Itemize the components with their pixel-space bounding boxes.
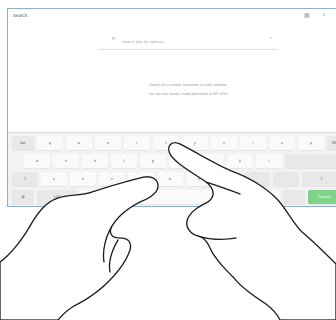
left-hand [0,176,159,320]
right-hand [168,142,336,320]
hands-illustration [0,142,336,320]
